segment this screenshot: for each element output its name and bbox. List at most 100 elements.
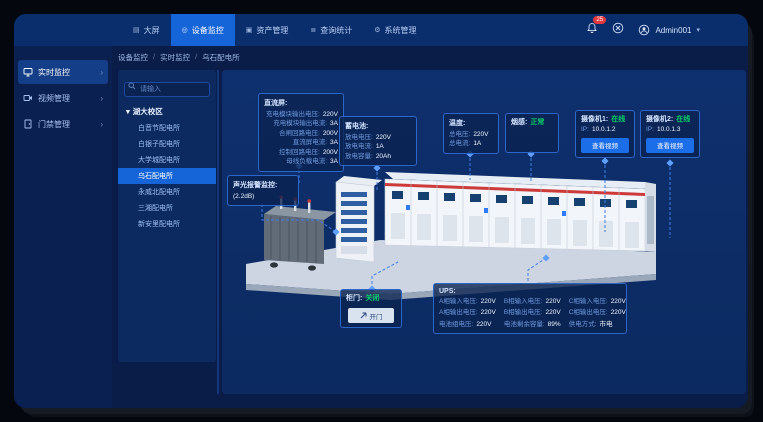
camera-ip: 10.0.1.3 [657, 125, 681, 134]
user-menu[interactable]: Admin001 ▾ [638, 24, 700, 36]
search-input[interactable] [124, 82, 210, 97]
callout-temperature: 温度: 总电压:220V 总电流:1A [443, 113, 499, 154]
monitor-icon: ◎ [182, 26, 188, 34]
field-label: 放电容量: [345, 152, 373, 161]
open-door-button[interactable]: 开门 [348, 308, 394, 323]
status-badge: 在线 [676, 115, 690, 125]
tab-label: 设备监控 [192, 25, 224, 36]
tree-group-label: 湖大校区 [133, 106, 163, 117]
open-door-label: 开门 [370, 311, 383, 321]
tab-label: 大屏 [144, 25, 160, 36]
video-camera-icon [23, 93, 33, 103]
callout-smoke-sensor: 烟感:正常 [505, 113, 559, 153]
callout-title: 直流屏: [264, 98, 338, 108]
panel-divider [217, 70, 219, 394]
grid-monitor-icon [23, 67, 33, 77]
screen-icon: ▤ [133, 26, 140, 34]
callout-title: 温度: [449, 118, 493, 128]
tree-group-campus[interactable]: ▾ 湖大校区 [126, 106, 210, 117]
view-video-button[interactable]: 查看视频 [581, 138, 629, 153]
breadcrumb-item[interactable]: 实时监控 [160, 52, 190, 63]
status-badge: 正常 [530, 118, 544, 128]
breadcrumb: 设备监控 / 实时监控 / 乌石配电所 [118, 52, 240, 63]
stats-icon: ≣ [310, 26, 316, 34]
sidebar-item-video-management[interactable]: 视频管理 › [18, 86, 108, 110]
sidebar-item-realtime-monitor[interactable]: 实时监控 › [18, 60, 108, 84]
callout-title: 摄像机2: [646, 115, 673, 125]
field-label: 控制回路电压: [279, 148, 320, 157]
field-label: A相输出电压: [439, 308, 478, 317]
field-label: 充电模块输出电压: [266, 110, 320, 119]
breadcrumb-item[interactable]: 乌石配电所 [202, 52, 240, 63]
callout-ups: UPS: A相输入电压:220V B相输入电压:220V C相输入电压:220V… [433, 283, 627, 334]
tab-asset-management[interactable]: ▣ 资产管理 [235, 14, 300, 46]
callout-title: 蓄电池: [345, 121, 411, 131]
callout-camera-1: 摄像机1:在线 IP:10.0.1.2 查看视频 [575, 110, 635, 158]
tree-item-substation[interactable]: 永威北配电所 [124, 184, 210, 200]
breadcrumb-separator: / [195, 52, 197, 63]
tab-device-monitor[interactable]: ◎ 设备监控 [171, 14, 235, 46]
tree-item-substation[interactable]: 大学城配电所 [124, 152, 210, 168]
field-value: 3A [330, 157, 338, 166]
callout-cabinet-door: 柜门:关闭 开门 [340, 289, 402, 328]
fullscreen-icon[interactable] [612, 21, 624, 39]
field-value: 89% [548, 320, 561, 329]
field-label: B相输出电压: [504, 308, 543, 317]
tab-dashboard[interactable]: ▤ 大屏 [122, 14, 171, 46]
sidebar-item-label: 门禁管理 [38, 119, 70, 130]
tab-query-stats[interactable]: ≣ 查询统计 [299, 14, 363, 46]
tree-collapse-icon: ▾ [126, 107, 130, 116]
ups-grid: A相输入电压:220V B相输入电压:220V C相输入电压:220V A相输出… [439, 297, 621, 329]
field-label: 电池组电压: [439, 320, 473, 329]
user-avatar-icon [638, 24, 650, 36]
field-label: 电池剩余容量: [504, 320, 545, 329]
field-value: 市电 [600, 320, 613, 329]
field-label: A相输入电压: [439, 297, 478, 306]
asset-icon: ▣ [246, 26, 253, 34]
search-icon [128, 82, 136, 90]
field-value: 1A [376, 142, 384, 151]
field-value: 3A [330, 138, 338, 147]
field-value: 220V [376, 133, 391, 142]
field-value: 3A [330, 119, 338, 128]
field-value: 20Ah [376, 152, 391, 161]
sidebar-item-access-control[interactable]: 门禁管理 › [18, 112, 108, 136]
chevron-right-icon: › [100, 94, 103, 103]
tree-item-substation[interactable]: 三湘配电所 [124, 200, 210, 216]
field-value: 220V [611, 297, 626, 306]
callout-title: 烟感: [511, 118, 527, 128]
field-label: 放电电流: [345, 142, 373, 151]
tree-item-substation[interactable]: 白银子配电所 [124, 136, 210, 152]
tree-item-substation[interactable]: 白音节配电所 [124, 120, 210, 136]
tree-item-substation-selected[interactable]: 乌石配电所 [118, 168, 216, 184]
alarm-value: (2.2dB) [233, 192, 254, 201]
gear-icon: ⚙ [374, 26, 380, 34]
breadcrumb-item[interactable]: 设备监控 [118, 52, 148, 63]
callout-dc-panel: 直流屏: 充电模块输出电压:220V 充电模块输出电流:3A 合闸回路电压:20… [258, 93, 344, 172]
callout-battery: 蓄电池: 放电电压:220V 放电电流:1A 放电容量:20Ah [339, 116, 417, 166]
open-door-icon [360, 312, 367, 319]
field-value: 1A [473, 139, 481, 148]
tab-system-management[interactable]: ⚙ 系统管理 [363, 14, 427, 46]
field-label: 放电电压: [345, 133, 373, 142]
callout-sound-light-alarm: 声光报警监控: (2.2dB) [227, 175, 299, 206]
field-label: 总电流: [449, 139, 470, 148]
field-label: 母线负载电流: [286, 157, 327, 166]
field-value: 220V [481, 308, 496, 317]
top-navbar: ▤ 大屏 ◎ 设备监控 ▣ 资产管理 ≣ 查询统计 ⚙ 系统管理 [14, 14, 748, 46]
field-value: 220V [546, 297, 561, 306]
field-value: 220V [481, 297, 496, 306]
chevron-right-icon: › [100, 120, 103, 129]
tab-label: 系统管理 [385, 25, 417, 36]
view-video-button[interactable]: 查看视频 [646, 138, 694, 153]
field-value: 200V [323, 129, 338, 138]
notification-bell-icon[interactable]: 25 [586, 21, 598, 39]
sidebar-item-label: 视频管理 [38, 93, 70, 104]
substation-3d-view-panel: 直流屏: 充电模块输出电压:220V 充电模块输出电流:3A 合闸回路电压:20… [222, 70, 746, 394]
callout-title: UPS: [439, 288, 621, 295]
field-label: IP: [581, 125, 589, 134]
tree-item-substation[interactable]: 新安里配电所 [124, 216, 210, 232]
field-label: 供电方式: [569, 320, 597, 329]
field-value: 200V [323, 148, 338, 157]
field-value: 220V [546, 308, 561, 317]
